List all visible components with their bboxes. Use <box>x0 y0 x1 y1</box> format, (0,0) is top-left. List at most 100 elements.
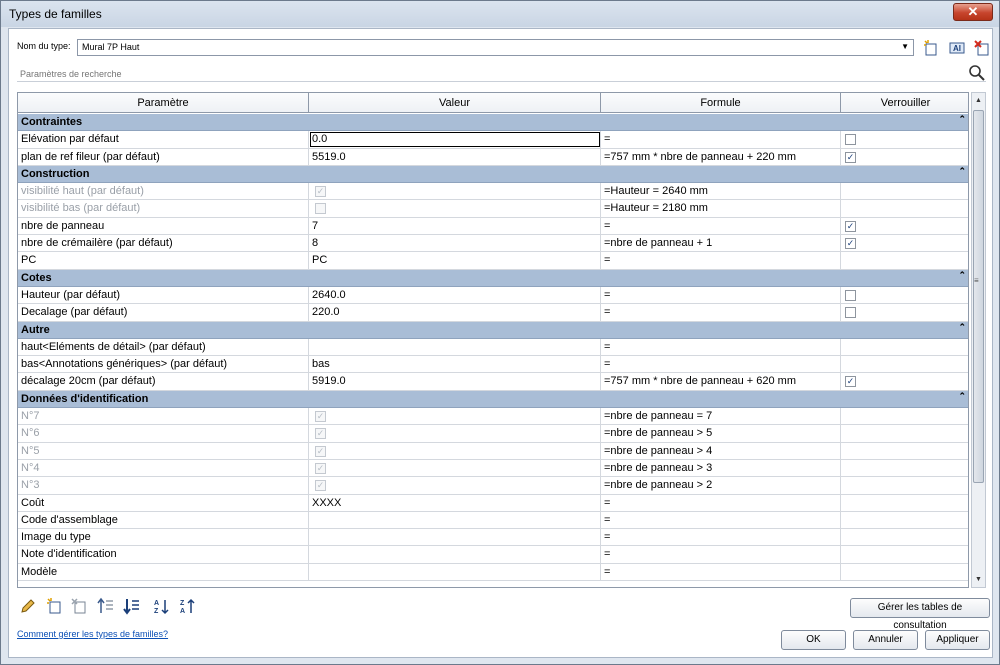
scroll-down-icon[interactable]: ▼ <box>972 572 985 587</box>
parameter-value[interactable]: 0.0 <box>309 131 601 149</box>
table-row[interactable]: nbre de crémailère (par défaut) 8 =nbre de… <box>18 235 968 253</box>
sort-ascending-icon[interactable]: A Z <box>153 597 171 615</box>
type-name-dropdown[interactable]: Mural 7P Haut ▼ <box>77 39 914 56</box>
lock-cell[interactable] <box>841 287 968 304</box>
group-header[interactable]: Construction ⌃ <box>18 165 968 184</box>
column-header-formule[interactable]: Formule <box>601 93 841 113</box>
vertical-scrollbar[interactable]: ▲ ≡ ▼ <box>971 92 986 588</box>
parameter-formula[interactable]: =Hauteur = 2180 mm <box>601 200 841 218</box>
parameter-formula[interactable]: = <box>601 131 841 149</box>
parameter-formula[interactable]: =nbre de panneau > 2 <box>601 477 841 495</box>
parameter-value[interactable]: ✓ <box>309 408 601 426</box>
table-row[interactable]: Code d'assemblage = <box>18 511 968 530</box>
table-row[interactable]: nbre de panneau 7 = ✓ <box>18 217 968 236</box>
lock-cell[interactable] <box>841 304 968 321</box>
parameter-formula[interactable]: = <box>601 338 841 356</box>
parameter-formula[interactable]: = <box>601 286 841 304</box>
cancel-button[interactable]: Annuler <box>853 630 918 650</box>
parameter-value[interactable] <box>309 200 601 218</box>
parameter-value[interactable] <box>309 511 601 529</box>
parameter-value[interactable]: 7 <box>309 217 601 235</box>
parameter-value[interactable] <box>309 338 601 356</box>
sort-descending-icon[interactable]: Z A <box>179 597 197 615</box>
lock-checkbox[interactable] <box>845 134 856 146</box>
parameter-value[interactable] <box>309 563 601 581</box>
column-header-valeur[interactable]: Valeur <box>309 93 601 113</box>
lock-checkbox[interactable] <box>845 307 856 319</box>
parameter-formula[interactable]: =Hauteur = 2640 mm <box>601 183 841 201</box>
lock-checkbox[interactable] <box>845 289 856 301</box>
parameter-formula[interactable]: =nbre de panneau > 4 <box>601 442 841 460</box>
group-header[interactable]: Autre ⌃ <box>18 321 968 339</box>
parameter-formula[interactable]: =nbre de panneau = 7 <box>601 408 841 426</box>
parameter-value[interactable]: 5519.0 <box>309 148 601 166</box>
move-up-icon[interactable] <box>97 597 115 615</box>
manage-lookup-tables-button[interactable]: Gérer les tables de consultation <box>850 598 990 631</box>
table-row[interactable]: PC PC = <box>18 252 968 270</box>
table-row[interactable]: visibilité haut (par défaut) ✓ =Hauteur = … <box>18 183 968 201</box>
scroll-up-icon[interactable]: ▲ <box>972 93 985 108</box>
lock-cell[interactable]: ✓ <box>841 235 968 252</box>
table-row[interactable]: N°4 ✓ =nbre de panneau > 3 <box>18 459 968 478</box>
parameter-formula[interactable]: = <box>601 546 841 564</box>
parameter-formula[interactable]: =757 mm * nbre de panneau + 220 mm <box>601 148 841 166</box>
group-header[interactable]: Données d'identification ⌃ <box>18 390 968 409</box>
table-row[interactable]: bas<Annotations génériques> (par défaut)… <box>18 356 968 374</box>
parameter-formula[interactable]: =nbre de panneau > 3 <box>601 459 841 477</box>
edit-parameter-icon[interactable] <box>19 597 37 615</box>
parameter-value[interactable]: 8 <box>309 235 601 253</box>
search-icon[interactable] <box>968 64 986 82</box>
parameter-formula[interactable]: = <box>601 511 841 529</box>
parameter-formula[interactable]: =757 mm * nbre de panneau + 620 mm <box>601 373 841 391</box>
parameter-value[interactable]: ✓ <box>309 425 601 443</box>
table-row[interactable]: Note d'identification = <box>18 546 968 564</box>
table-row[interactable]: N°5 ✓ =nbre de panneau > 4 <box>18 442 968 460</box>
collapse-icon[interactable]: ⌃ <box>958 322 966 333</box>
close-button[interactable]: ✕ <box>953 3 993 21</box>
parameter-formula[interactable]: = <box>601 494 841 512</box>
title-bar[interactable]: Types de familles ✕ <box>1 1 999 27</box>
parameter-value[interactable]: 220.0 <box>309 304 601 322</box>
table-row[interactable]: Elévation par défaut 0.0 = <box>18 131 968 149</box>
group-header[interactable]: Contraintes ⌃ <box>18 114 968 132</box>
parameter-value[interactable]: bas <box>309 356 601 374</box>
scroll-thumb[interactable] <box>973 110 984 483</box>
parameter-value[interactable] <box>309 529 601 547</box>
parameter-formula[interactable]: = <box>601 563 841 581</box>
collapse-icon[interactable]: ⌃ <box>958 166 966 177</box>
parameter-value[interactable]: ✓ <box>309 459 601 477</box>
parameter-formula[interactable]: = <box>601 356 841 374</box>
parameter-value[interactable]: 5919.0 <box>309 373 601 391</box>
table-row[interactable]: Image du type = <box>18 529 968 547</box>
parameter-formula[interactable]: =nbre de panneau > 5 <box>601 425 841 443</box>
table-row[interactable]: plan de ref fileur (par défaut) 5519.0 =75… <box>18 148 968 166</box>
lock-checkbox[interactable]: ✓ <box>845 238 856 250</box>
new-parameter-icon[interactable] <box>45 597 63 615</box>
ok-button[interactable]: OK <box>781 630 846 650</box>
lock-checkbox[interactable]: ✓ <box>845 151 856 163</box>
rename-type-icon[interactable]: AI <box>948 39 966 57</box>
table-row[interactable]: Decalage (par défaut) 220.0 = <box>18 304 968 322</box>
move-down-icon[interactable] <box>123 597 141 615</box>
collapse-icon[interactable]: ⌃ <box>958 270 966 281</box>
collapse-icon[interactable]: ⌃ <box>958 114 966 125</box>
parameter-formula[interactable]: = <box>601 304 841 322</box>
table-row[interactable]: N°7 ✓ =nbre de panneau = 7 <box>18 408 968 426</box>
collapse-icon[interactable]: ⌃ <box>958 391 966 402</box>
lock-cell[interactable] <box>841 131 968 148</box>
parameter-value[interactable] <box>309 546 601 564</box>
lock-cell[interactable]: ✓ <box>841 149 968 166</box>
table-row[interactable]: Hauteur (par défaut) 2640.0 = <box>18 286 968 305</box>
lock-cell[interactable]: ✓ <box>841 373 968 390</box>
parameter-formula[interactable]: = <box>601 252 841 270</box>
new-type-icon[interactable] <box>922 39 940 57</box>
table-row[interactable]: N°6 ✓ =nbre de panneau > 5 <box>18 425 968 443</box>
parameter-formula[interactable]: = <box>601 217 841 235</box>
lock-checkbox[interactable]: ✓ <box>845 220 856 232</box>
parameter-value[interactable]: XXXX <box>309 494 601 512</box>
table-row[interactable]: décalage 20cm (par défaut) 5919.0 =757 mm … <box>18 373 968 391</box>
parameter-value[interactable]: 2640.0 <box>309 286 601 304</box>
table-row[interactable]: Coût XXXX = <box>18 494 968 512</box>
search-input[interactable] <box>17 66 957 81</box>
lock-checkbox[interactable]: ✓ <box>845 376 856 388</box>
